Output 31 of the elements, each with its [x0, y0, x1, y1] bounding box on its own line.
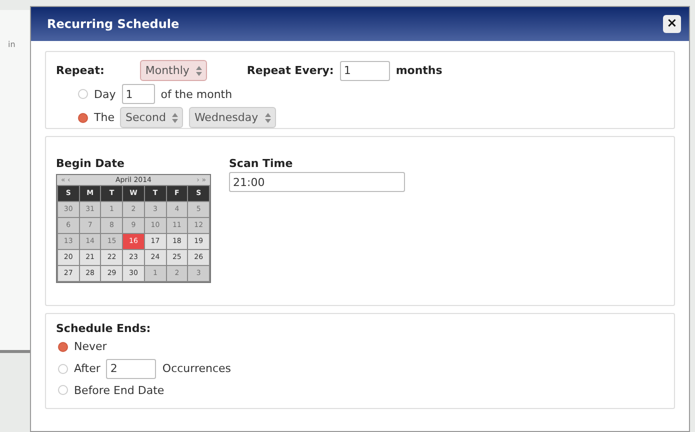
up-down-caret-icon: [172, 112, 178, 123]
radio-button[interactable]: [78, 89, 88, 99]
background-label: in: [8, 40, 16, 49]
repeat-label: Repeat:: [56, 64, 104, 77]
ordinal-select[interactable]: Second: [120, 107, 184, 128]
option-label: After: [74, 362, 100, 375]
up-down-caret-icon: [196, 66, 202, 76]
schedule-ends-label: Schedule Ends:: [56, 322, 152, 335]
radio-button[interactable]: [78, 112, 88, 122]
option-label: Never: [74, 340, 107, 354]
occurrences-field[interactable]: 2: [106, 358, 156, 378]
repeat-every-label: Repeat Every:: [246, 64, 334, 77]
weekday-select[interactable]: Wednesday: [189, 107, 276, 128]
up-down-caret-icon: [264, 112, 271, 123]
window-title: Recurring Schedule: [47, 17, 180, 31]
day-field[interactable]: 1: [122, 84, 155, 104]
radio-button[interactable]: [58, 364, 68, 374]
repeat-select[interactable]: Monthly: [140, 60, 207, 81]
repeat-every-field[interactable]: 1: [340, 60, 390, 80]
option-suffix: of the month: [160, 88, 232, 100]
option-suffix: Occurrences: [162, 362, 232, 375]
option-label: The: [94, 111, 114, 124]
option-label: Day: [94, 88, 116, 100]
scan-time-label: Scan Time: [229, 157, 294, 170]
unit-label: months: [396, 64, 442, 77]
begin-date-label: Begin Date: [56, 157, 126, 170]
option-label: Before End Date: [74, 384, 164, 397]
radio-button[interactable]: [58, 385, 68, 396]
close-button[interactable]: ×: [663, 15, 681, 33]
scan-time-field[interactable]: 21:00: [229, 172, 405, 192]
radio-button[interactable]: [58, 342, 68, 352]
